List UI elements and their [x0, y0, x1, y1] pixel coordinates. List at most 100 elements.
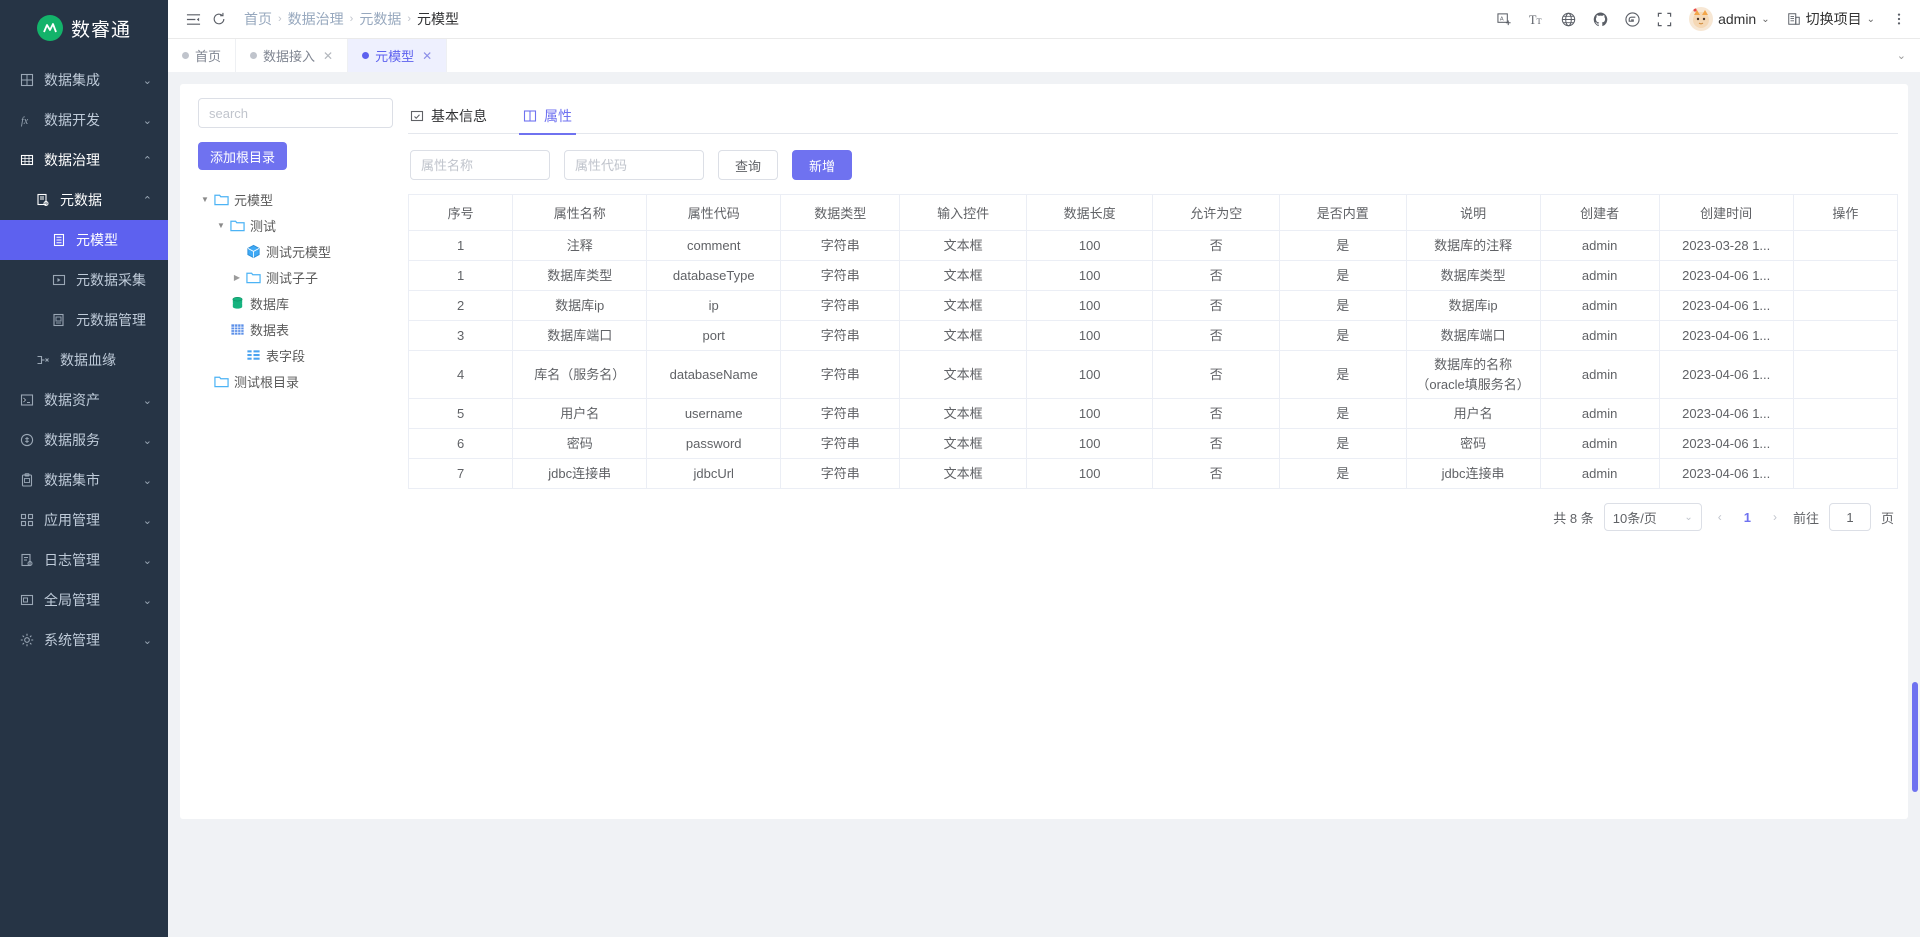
view-tab-1[interactable]: 数据接入 ✕	[236, 39, 349, 72]
caret-down-icon[interactable]: ▼	[214, 221, 228, 230]
table-cell-1-4: 文本框	[899, 260, 1027, 291]
detail-tab-1[interactable]: 属性	[519, 98, 576, 135]
table-cell-3-11	[1792, 320, 1899, 351]
more-icon[interactable]	[1892, 12, 1906, 26]
table-cell-0-4: 文本框	[899, 230, 1027, 261]
sidebar-item-9[interactable]: 数据服务 ⌄	[0, 420, 168, 460]
sidebar-item-6[interactable]: 元数据管理	[0, 300, 168, 340]
breadcrumb-item-3[interactable]: 元模型	[417, 9, 459, 29]
tree-node-2[interactable]: 测试元模型	[198, 238, 394, 264]
table-row[interactable]: 1 注释 comment 字符串 文本框 100 否是数据库的注释 admin 2023-03-…	[407, 230, 1899, 261]
app-logo[interactable]: 数睿通	[0, 6, 168, 50]
table-cell-1-11	[1792, 260, 1899, 291]
tree-node-5[interactable]: 数据表	[198, 316, 394, 342]
table-cell-7-11	[1792, 458, 1899, 489]
tree-node-label: 数据表	[250, 322, 290, 338]
globe-icon[interactable]	[1561, 12, 1576, 27]
add-button[interactable]: 新增	[792, 150, 853, 180]
sidebar-item-1[interactable]: fx 数据开发 ⌄	[0, 100, 168, 140]
tree-node-6[interactable]: 表字段	[198, 342, 394, 368]
table-cell-2-10: 2023-04-06 1...	[1658, 290, 1794, 321]
sidebar-item-0[interactable]: 数据集成 ⌄	[0, 60, 168, 100]
table-row[interactable]: 5 用户名 username 字符串 文本框 100 否是用户名 admin 2023-04-0…	[407, 398, 1899, 429]
font-size-icon[interactable]: T T	[1529, 12, 1544, 27]
sidebar-item-14[interactable]: 系统管理 ⌄	[0, 620, 168, 660]
sidebar-item-13[interactable]: 全局管理 ⌄	[0, 580, 168, 620]
query-button[interactable]: 查询	[718, 150, 779, 180]
chevron-down-icon: ⌄	[1761, 13, 1770, 25]
detail-tab-0[interactable]: 基本信息	[410, 98, 487, 134]
table-row[interactable]: 1 数据库类型 databaseType 字符串 文本框 100 否是数据库类型 admin 2…	[407, 260, 1899, 291]
table-col-header-10: 创建时间	[1658, 194, 1794, 231]
metadata-icon	[34, 193, 52, 207]
tree-node-1[interactable]: ▼ 测试	[198, 212, 394, 238]
tree-node-label: 测试元模型	[266, 244, 332, 260]
add-root-button[interactable]: 添加根目录	[198, 142, 288, 170]
table-cell-4-9: admin	[1539, 350, 1660, 399]
table-row[interactable]: 2 数据库ip ip 字符串 文本框 100 否是数据库ip admin 2023-04-06 …	[407, 290, 1899, 321]
table-col-header-5: 数据长度	[1025, 194, 1154, 231]
attr-name-input[interactable]	[410, 150, 550, 180]
filter-bar: 查询 新增	[408, 134, 1898, 194]
image-icon[interactable]: A	[1497, 12, 1512, 27]
chevron-up-icon: ⌃	[142, 154, 152, 167]
sidebar-item-2[interactable]: 数据治理 ⌃	[0, 140, 168, 180]
table-grid-icon	[228, 322, 246, 337]
table-row[interactable]: 6 密码 password 字符串 文本框 100 否是密码 admin 2023-04-06 …	[407, 428, 1899, 459]
database-icon	[228, 296, 246, 311]
sidebar-item-4[interactable]: 元模型	[0, 220, 168, 260]
view-tab-2[interactable]: 元模型 ✕	[348, 39, 448, 72]
table-row[interactable]: 4 库名（服务名） databaseName 字符串 文本框 100 否是数据库的名称（or…	[407, 350, 1899, 399]
refresh-icon[interactable]	[206, 6, 232, 32]
sidebar-item-5[interactable]: 元数据采集	[0, 260, 168, 300]
tree-node-7[interactable]: 测试根目录	[198, 368, 394, 394]
next-page-button[interactable]: ›	[1767, 510, 1783, 524]
project-switcher[interactable]: 切换项目 ⌄	[1787, 9, 1875, 29]
breadcrumb-item-0[interactable]: 首页	[244, 9, 272, 29]
table-cell-0-11	[1792, 230, 1899, 261]
table-cell-2-3: 字符串	[780, 290, 901, 321]
table-cell-2-8: 数据库ip	[1405, 290, 1541, 321]
breadcrumb-item-1[interactable]: 数据治理	[288, 9, 344, 29]
avatar	[1689, 7, 1714, 31]
table-cell-1-0: 1	[407, 260, 514, 291]
user-menu[interactable]: admin ⌄	[1689, 7, 1770, 31]
sidebar-item-label: 数据资产	[44, 392, 100, 408]
caret-down-icon[interactable]: ▼	[198, 195, 212, 204]
tree-search-input[interactable]	[198, 98, 393, 128]
breadcrumb-item-2[interactable]: 元数据	[359, 9, 401, 29]
table-col-header-1: 属性名称	[512, 194, 648, 231]
table-cell-7-8: jdbc连接串	[1405, 458, 1541, 489]
tabs-overflow-icon[interactable]: ⌄	[1897, 39, 1920, 72]
sidebar-item-8[interactable]: 数据资产 ⌄	[0, 380, 168, 420]
sidebar-item-10[interactable]: 数据集市 ⌄	[0, 460, 168, 500]
page-size-select[interactable]: 10条/页 ⌄	[1603, 503, 1702, 531]
goto-page-input[interactable]	[1828, 503, 1871, 531]
vertical-scrollbar[interactable]	[1912, 682, 1918, 792]
view-tab-0[interactable]: 首页	[168, 39, 237, 72]
breadcrumb-separator: ›	[278, 13, 282, 25]
sidebar-item-7[interactable]: 数据血缘	[0, 340, 168, 380]
caret-right-icon[interactable]: ▶	[230, 273, 244, 282]
table-cell-4-1: 库名（服务名）	[512, 350, 648, 399]
collapse-menu-icon[interactable]	[180, 6, 206, 32]
attr-code-input[interactable]	[564, 150, 704, 180]
fullscreen-icon[interactable]	[1657, 12, 1672, 27]
table-col-header-7: 是否内置	[1279, 194, 1407, 231]
close-icon[interactable]: ✕	[323, 49, 333, 63]
page-1-button[interactable]: 1	[1738, 510, 1757, 525]
tree-node-3[interactable]: ▶ 测试子子	[198, 264, 394, 290]
tree-node-4[interactable]: 数据库	[198, 290, 394, 316]
sidebar-item-12[interactable]: 日志管理 ⌄	[0, 540, 168, 580]
tree-node-0[interactable]: ▼ 元模型	[198, 186, 394, 212]
table-col-header-2: 属性代码	[646, 194, 782, 231]
table-row[interactable]: 3 数据库端口 port 字符串 文本框 100 否是数据库端口 admin 2023-04-0…	[407, 320, 1899, 351]
table-row[interactable]: 7 jdbc连接串 jdbcUrl 字符串 文本框 100 否是 jdbc连接串 admin 20…	[407, 458, 1899, 489]
close-icon[interactable]: ✕	[422, 49, 432, 63]
gitee-icon[interactable]	[1625, 11, 1640, 27]
sidebar-item-11[interactable]: 应用管理 ⌄	[0, 500, 168, 540]
table-cell-7-4: 文本框	[899, 458, 1027, 489]
sidebar-item-3[interactable]: 元数据 ⌃	[0, 180, 168, 220]
github-icon[interactable]	[1593, 11, 1608, 27]
prev-page-button[interactable]: ‹	[1712, 510, 1728, 524]
